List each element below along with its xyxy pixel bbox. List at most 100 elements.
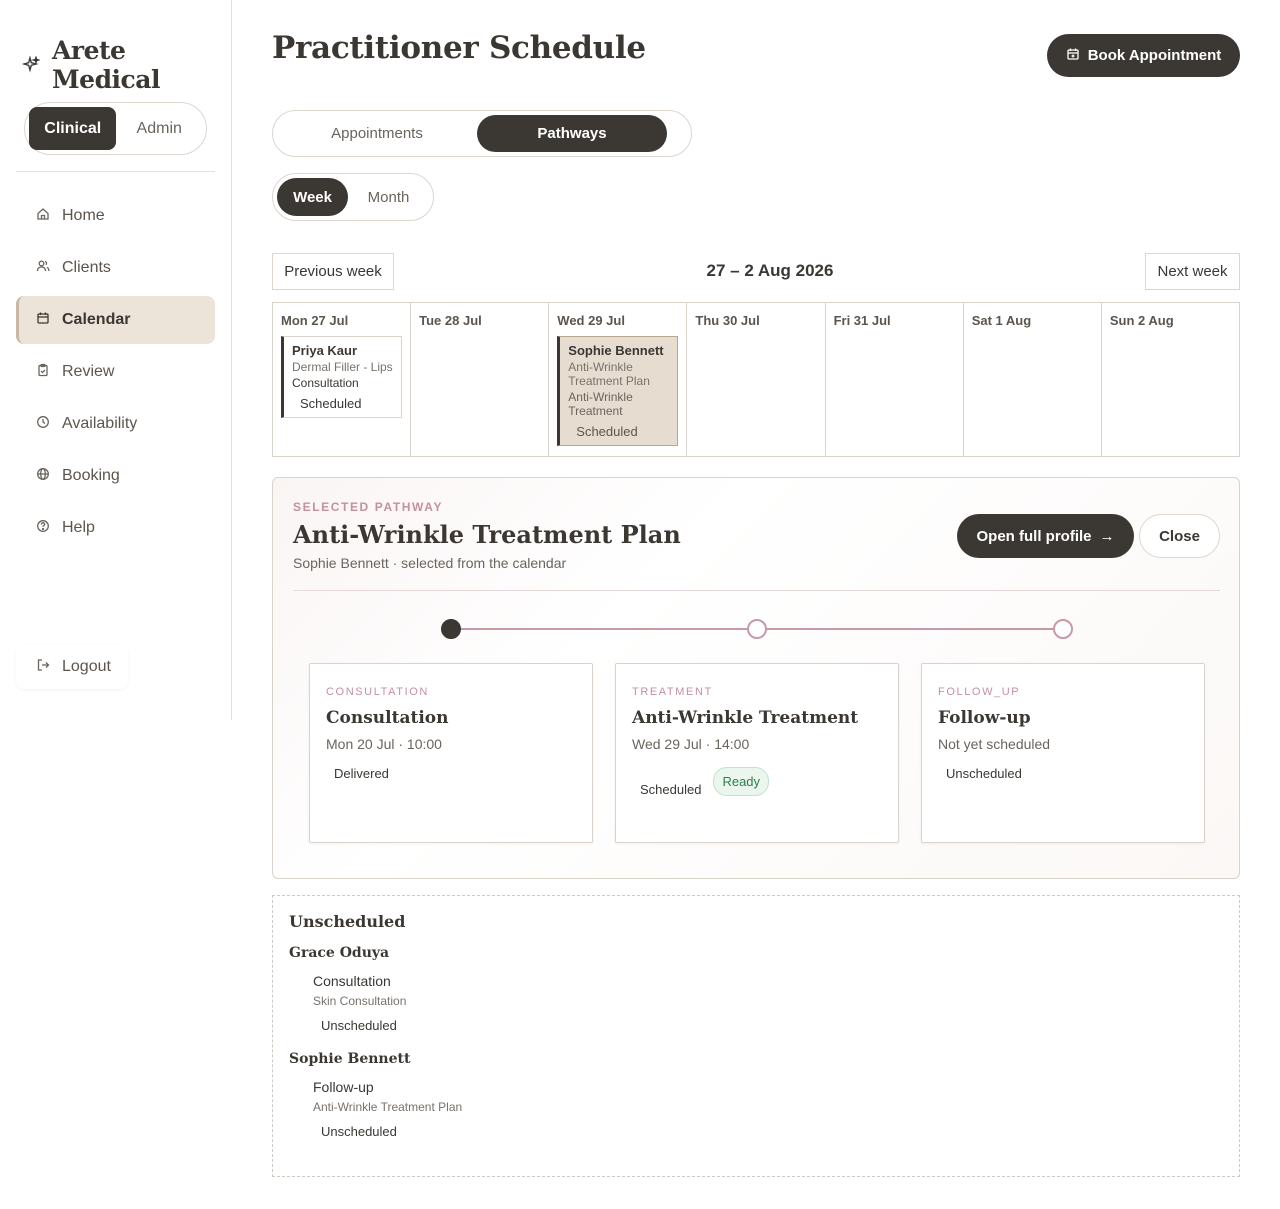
step-name: Follow-up: [938, 708, 1031, 728]
calendar-plus-icon: [1066, 47, 1080, 65]
event-service: Anti-Wrinkle Treatment Plan: [568, 360, 650, 388]
day-header: Mon 27 Jul: [281, 313, 349, 328]
step-status-row: Unscheduled: [938, 766, 1188, 781]
day-column[interactable]: Tue 28 Jul: [411, 303, 550, 456]
open-full-profile-button[interactable]: Open full profile →: [957, 514, 1134, 558]
sidebar-item-label: Home: [62, 207, 105, 224]
sidebar-item-help[interactable]: Help: [16, 504, 215, 552]
week-range-label: 27 – 2 Aug 2026: [706, 261, 834, 280]
clipboard-icon: [36, 363, 50, 382]
unscheduled-group: Sophie Bennett Follow-up Anti-Wrinkle Tr…: [289, 1051, 1223, 1139]
sidebar-item-home[interactable]: Home: [16, 192, 215, 240]
sidebar-item-review[interactable]: Review: [16, 348, 215, 396]
sidebar-item-label: Calendar: [62, 311, 131, 328]
day-column[interactable]: Sat 1 Aug: [964, 303, 1102, 456]
calendar-event-selected[interactable]: Sophie Bennett Anti-Wrinkle Treatment Pl…: [557, 336, 679, 446]
day-header: Thu 30 Jul: [695, 313, 760, 328]
step-name: Consultation: [326, 708, 449, 728]
sidebar-item-booking[interactable]: Booking: [16, 452, 215, 500]
sidebar: Arete Medical Clinical Admin Home Client…: [0, 0, 232, 720]
pathway-subtitle: Sophie Bennett · selected from the calen…: [293, 555, 567, 571]
sidebar-item-label: Availability: [62, 415, 138, 432]
step-date: Wed 29 Jul · 14:00: [632, 736, 750, 752]
previous-week-button[interactable]: Previous week: [272, 253, 394, 290]
step-status: Delivered: [334, 766, 389, 781]
unscheduled-kind: Consultation: [313, 973, 391, 989]
step-status: Unscheduled: [946, 766, 1022, 781]
step-node-consultation: [441, 619, 461, 639]
range-tabs: Week Month: [272, 173, 434, 221]
event-kind: Consultation: [292, 376, 359, 390]
week-calendar: Mon 27 Jul Priya Kaur Dermal Filler - Li…: [272, 302, 1240, 457]
logout-icon: [36, 658, 50, 677]
sidebar-item-label: Review: [62, 363, 115, 380]
day-header: Wed 29 Jul: [557, 313, 625, 328]
calendar-event[interactable]: Priya Kaur Dermal Filler - Lips Consulta…: [281, 336, 403, 418]
page-title: Practitioner Schedule: [272, 30, 646, 66]
mode-admin[interactable]: Admin: [116, 107, 202, 150]
step-eyebrow: FOLLOW_UP: [938, 686, 1021, 698]
unscheduled-service: Skin Consultation: [313, 994, 407, 1008]
pathway-eyebrow: SELECTED PATHWAY: [293, 500, 444, 514]
brand-name: Arete Medical: [52, 36, 160, 94]
calendar-icon: [36, 311, 50, 330]
day-column[interactable]: Mon 27 Jul Priya Kaur Dermal Filler - Li…: [273, 303, 412, 456]
home-icon: [36, 207, 50, 226]
unscheduled-group: Grace Oduya Consultation Skin Consultati…: [289, 945, 1223, 1033]
day-column[interactable]: Wed 29 Jul Sophie Bennett Anti-Wrinkle T…: [549, 303, 688, 456]
step-card-consultation[interactable]: CONSULTATION Consultation Mon 20 Jul · 1…: [309, 663, 593, 843]
sidebar-nav: Home Clients Calendar Review Availabilit…: [16, 192, 215, 556]
mode-clinical[interactable]: Clinical: [29, 107, 117, 150]
step-card-treatment[interactable]: TREATMENT Anti-Wrinkle Treatment Wed 29 …: [615, 663, 899, 843]
selected-pathway-panel: SELECTED PATHWAY Anti-Wrinkle Treatment …: [272, 477, 1240, 879]
day-column[interactable]: Thu 30 Jul: [687, 303, 826, 456]
close-button[interactable]: Close: [1139, 514, 1220, 558]
event-status: Scheduled: [300, 396, 362, 411]
unscheduled-service: Anti-Wrinkle Treatment Plan: [313, 1100, 463, 1114]
day-column[interactable]: Fri 31 Jul: [826, 303, 964, 456]
ready-badge: Ready: [713, 767, 770, 796]
globe-icon: [36, 467, 50, 486]
tab-month[interactable]: Month: [348, 178, 429, 216]
day-header: Tue 28 Jul: [419, 313, 482, 328]
unscheduled-client: Sophie Bennett: [289, 1051, 411, 1067]
tab-appointments[interactable]: Appointments: [277, 115, 477, 152]
help-circle-icon: [36, 519, 50, 538]
arrow-right-icon: →: [1099, 527, 1115, 545]
sidebar-item-clients[interactable]: Clients: [16, 244, 215, 292]
unscheduled-status: Unscheduled: [321, 1124, 397, 1139]
logout-label: Logout: [62, 658, 111, 675]
day-column[interactable]: Sun 2 Aug: [1102, 303, 1239, 456]
step-node-treatment: [747, 619, 767, 639]
sidebar-item-label: Clients: [62, 259, 111, 276]
logout-button[interactable]: Logout: [16, 645, 128, 689]
open-full-profile-label: Open full profile: [976, 527, 1092, 545]
next-week-button[interactable]: Next week: [1145, 253, 1240, 290]
unscheduled-item[interactable]: Follow-up Anti-Wrinkle Treatment Plan Un…: [313, 1079, 1223, 1139]
book-appointment-button[interactable]: Book Appointment: [1047, 34, 1240, 77]
clock-icon: [36, 415, 50, 434]
unscheduled-item[interactable]: Consultation Skin Consultation Unschedul…: [313, 973, 1223, 1033]
mode-toggle: Clinical Admin: [24, 102, 207, 155]
tab-pathways[interactable]: Pathways: [477, 115, 667, 152]
step-eyebrow: CONSULTATION: [326, 686, 429, 698]
pathway-title: Anti-Wrinkle Treatment Plan: [293, 520, 681, 549]
step-status: Scheduled: [640, 782, 702, 797]
brand[interactable]: Arete Medical: [22, 36, 231, 94]
step-card-follow-up[interactable]: FOLLOW_UP Follow-up Not yet scheduled Un…: [921, 663, 1205, 843]
unscheduled-kind: Follow-up: [313, 1079, 374, 1095]
sidebar-item-calendar[interactable]: Calendar: [16, 296, 215, 344]
sidebar-item-availability[interactable]: Availability: [16, 400, 215, 448]
view-tabs: Appointments Pathways: [272, 110, 692, 157]
unscheduled-status: Unscheduled: [321, 1018, 397, 1033]
event-status: Scheduled: [576, 424, 638, 439]
step-name: Anti-Wrinkle Treatment: [632, 708, 859, 728]
unscheduled-section: Unscheduled Grace Oduya Consultation Ski…: [272, 895, 1240, 1177]
step-status-row: Delivered: [326, 766, 576, 781]
book-appointment-label: Book Appointment: [1087, 47, 1222, 64]
step-date: Not yet scheduled: [938, 736, 1051, 752]
day-header: Fri 31 Jul: [833, 313, 891, 328]
users-icon: [36, 259, 50, 278]
tab-week[interactable]: Week: [277, 178, 349, 216]
divider: [293, 590, 1220, 591]
